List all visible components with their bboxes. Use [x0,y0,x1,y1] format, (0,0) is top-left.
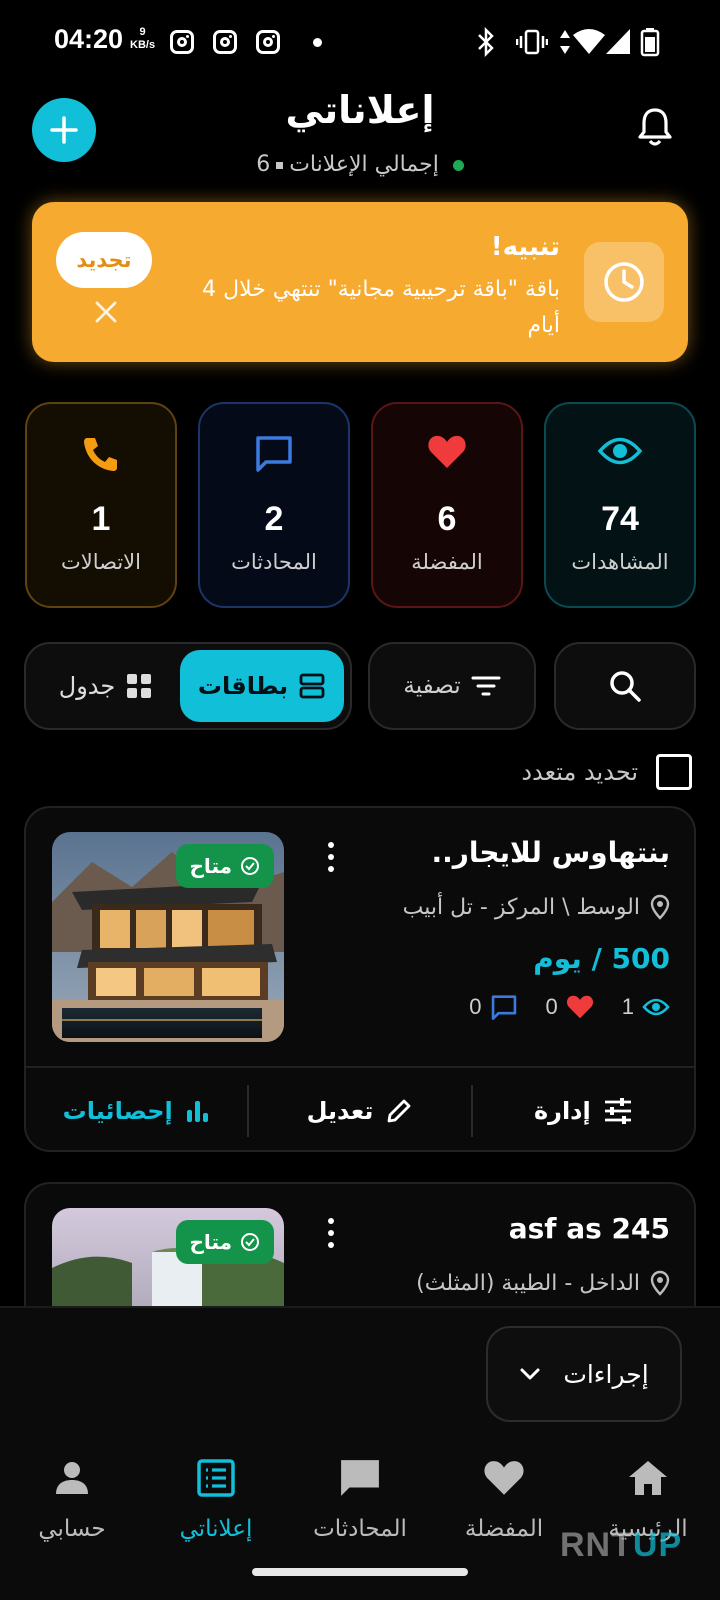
multi-select-toggle[interactable]: تحديد متعدد [521,752,692,792]
clock: 04:20 [54,24,124,54]
clock-icon [584,242,664,322]
table-view-button[interactable]: جدول [34,650,178,722]
eye-icon [598,437,642,465]
close-icon[interactable] [92,298,120,326]
stat-views[interactable]: 74 المشاهدات [544,402,696,608]
nav-favorites[interactable]: المفضلة [434,1452,574,1542]
stats-grid: 74 المشاهدات 6 المفضلة 2 المحادثات 1 الا… [24,402,696,608]
cards-view-icon [299,673,325,699]
messages-metric: 0 [469,994,517,1020]
views-metric: 1 [622,994,670,1020]
eye-icon [642,998,670,1016]
more-options-icon[interactable] [328,842,334,872]
listing-title[interactable]: بنتهاوس للايجار.. [431,836,670,869]
cards-view-button[interactable]: بطاقات [180,650,344,722]
person-icon [56,1462,88,1494]
filter-button[interactable]: تصفية [368,642,536,730]
phone-icon [84,438,117,471]
package-expiry-alert: تنبيه! باقة "باقة ترحيبية مجانية" تنتهي … [32,202,688,362]
page-title: إعلاناتي [285,88,435,132]
check-circle-icon [241,857,259,875]
alert-message: باقة "باقة ترحيبية مجانية" تنتهي خلال 4 … [202,277,560,338]
brand-watermark: RNTUP [560,1526,683,1564]
edit-button[interactable]: تعديل [249,1068,470,1150]
status-badge: متاح [175,844,274,888]
actions-dropdown[interactable]: إجراءات [486,1326,682,1422]
search-button[interactable] [554,642,696,730]
stats-button[interactable]: إحصائيات [26,1068,247,1150]
listing-image[interactable]: متاح [52,832,284,1042]
nav-chats[interactable]: المحادثات [290,1452,430,1542]
instagram-icon [256,30,280,54]
listings-icon [197,1459,235,1497]
location-pin-icon [650,1270,670,1296]
heart-icon [428,435,466,468]
online-dot-icon [452,159,464,171]
manage-button[interactable]: إدارة [473,1068,694,1150]
listing-card[interactable]: متاح بنتهاوس للايجار.. الوسط \ المركز - … [24,806,696,1152]
wifi-icon [573,29,605,54]
chevron-down-icon [520,1368,540,1380]
listing-metrics: 1 0 0 [469,994,670,1020]
instagram-icon [213,30,237,54]
battery-icon [640,28,660,57]
card-actions: إدارة تعديل إحصائيات [26,1068,694,1150]
network-speed: 9 KB/s [130,26,156,51]
view-toggle: بطاقات جدول [24,642,352,730]
vibrate-icon [516,29,548,55]
chat-icon [341,1460,379,1496]
bell-icon[interactable] [636,106,674,148]
chat-icon [491,995,516,1020]
renew-button[interactable]: تجديد [56,232,152,288]
alert-title: تنبيه! [490,232,560,262]
check-circle-icon [241,1233,259,1251]
listing-location: الوسط \ المركز - تل أبيب [403,894,670,920]
stat-chats[interactable]: 2 المحادثات [198,402,350,608]
status-badge: متاح [175,1220,274,1264]
status-bar: 04:20 9 KB/s [0,0,720,84]
home-indicator[interactable] [252,1568,468,1576]
stat-calls[interactable]: 1 الاتصالات [25,402,177,608]
home-icon [629,1461,667,1495]
pencil-icon [388,1099,411,1123]
heart-icon [566,995,593,1019]
listing-title[interactable]: asf as 245 [509,1212,670,1245]
data-arrows-icon [560,30,570,54]
more-options-icon[interactable] [328,1218,334,1248]
stat-favorites[interactable]: 6 المفضلة [371,402,523,608]
listing-location: الداخل - الطيبة (المثلث) [416,1270,670,1296]
listing-price: 500 / يوم [533,942,670,975]
sliders-icon [604,1098,631,1124]
listings-total: إجمالي الإعلانات6 [0,152,720,177]
signal-icon [606,29,630,54]
nav-account[interactable]: حسابي [2,1452,142,1542]
favorites-metric: 0 [546,994,594,1020]
bluetooth-icon [478,27,494,57]
search-icon [610,671,641,702]
location-pin-icon [650,894,670,920]
filter-icon [471,676,501,696]
notification-dot-icon [313,38,322,47]
bulk-actions-bar: إجراءات [0,1306,720,1430]
bar-chart-icon [186,1101,208,1122]
grid-view-icon [127,674,152,698]
listings-toolbar: تصفية بطاقات جدول [24,642,696,730]
instagram-icon [170,30,194,54]
multi-select-checkbox[interactable] [656,754,692,790]
chat-icon [256,436,292,472]
nav-my-listings[interactable]: إعلاناتي [146,1452,286,1542]
page-header: إعلاناتي إجمالي الإعلانات6 [0,84,720,194]
heart-icon [484,1461,524,1495]
